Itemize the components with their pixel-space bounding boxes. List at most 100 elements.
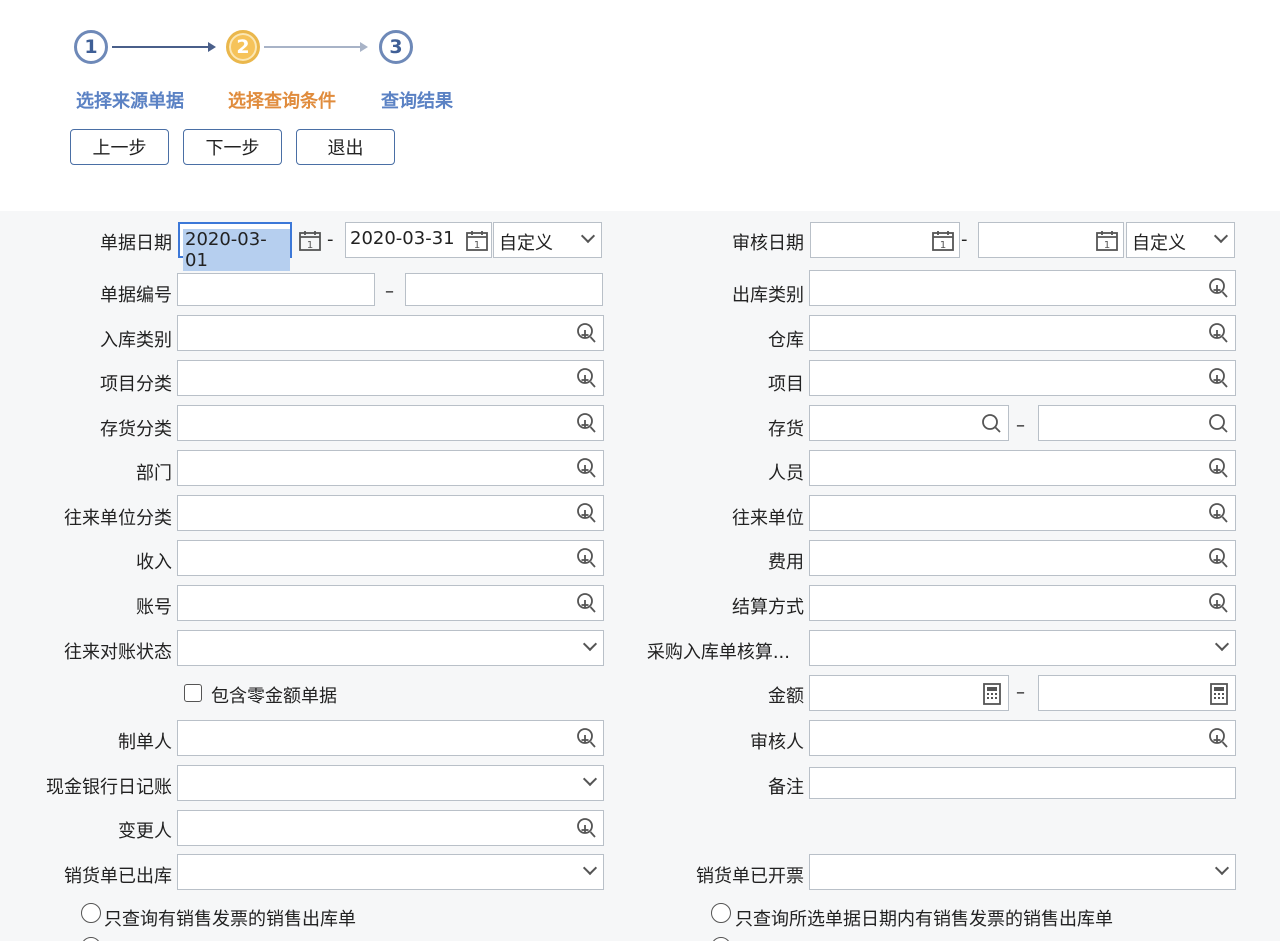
doc-no-to-input[interactable] bbox=[405, 273, 603, 306]
reference-search-icon[interactable] bbox=[575, 592, 599, 616]
expense-label: 费用 bbox=[768, 552, 804, 573]
step-arrow-icon bbox=[264, 42, 368, 52]
step-3-circle: 3 bbox=[379, 30, 413, 64]
reference-search-icon[interactable] bbox=[575, 502, 599, 526]
in-type-input[interactable] bbox=[177, 315, 604, 351]
reference-search-icon[interactable] bbox=[1207, 727, 1231, 751]
calculator-icon[interactable] bbox=[1207, 682, 1231, 706]
amount-label: 金额 bbox=[768, 686, 804, 707]
dept-input[interactable] bbox=[177, 450, 604, 486]
reference-search-icon[interactable] bbox=[575, 322, 599, 346]
step-arrow-icon bbox=[112, 42, 216, 52]
range-dash: – bbox=[1016, 415, 1025, 436]
account-input[interactable] bbox=[177, 585, 604, 621]
doc-no-from-input[interactable] bbox=[177, 273, 375, 306]
project-label: 项目 bbox=[768, 374, 804, 395]
chevron-down-icon bbox=[582, 636, 598, 652]
maker-input[interactable] bbox=[177, 720, 604, 756]
reference-search-icon[interactable] bbox=[1207, 592, 1231, 616]
range-dash: – bbox=[1016, 682, 1025, 703]
reference-search-icon[interactable] bbox=[575, 547, 599, 571]
calendar-icon[interactable] bbox=[1095, 229, 1119, 253]
next-button[interactable]: 下一步 bbox=[183, 129, 282, 165]
warehouse-input[interactable] bbox=[809, 315, 1236, 351]
search-icon[interactable] bbox=[980, 412, 1004, 436]
warehouse-label: 仓库 bbox=[768, 330, 804, 351]
amount-from-input[interactable] bbox=[809, 675, 1009, 711]
stock-cat-input[interactable] bbox=[177, 405, 604, 441]
doc-date-range-value: 自定义 bbox=[499, 233, 553, 254]
radio-invoiced-in-period[interactable] bbox=[711, 903, 731, 923]
partner-input[interactable] bbox=[809, 495, 1236, 531]
reference-search-icon[interactable] bbox=[575, 457, 599, 481]
calendar-icon[interactable] bbox=[931, 229, 955, 253]
reference-search-icon[interactable] bbox=[1207, 502, 1231, 526]
maker-label: 制单人 bbox=[118, 732, 172, 753]
audit-date-range-select[interactable]: 自定义 bbox=[1126, 222, 1235, 258]
changer-label: 变更人 bbox=[118, 821, 172, 842]
doc-date-to-value: 2020-03-31 bbox=[350, 228, 455, 249]
audit-date-range-value: 自定义 bbox=[1132, 233, 1186, 254]
settle-input[interactable] bbox=[809, 585, 1236, 621]
radio-invoiced-only[interactable] bbox=[81, 903, 101, 923]
calendar-icon[interactable] bbox=[298, 229, 322, 253]
stock-label: 存货 bbox=[768, 419, 804, 440]
radio-invoiced-in-period-label: 只查询所选单据日期内有销售发票的销售出库单 bbox=[735, 909, 1113, 930]
chevron-down-icon bbox=[582, 771, 598, 787]
stock-to-input[interactable] bbox=[1038, 405, 1236, 441]
doc-date-range-select[interactable]: 自定义 bbox=[493, 222, 602, 258]
prev-button[interactable]: 上一步 bbox=[70, 129, 169, 165]
stock-from-input[interactable] bbox=[809, 405, 1009, 441]
search-icon[interactable] bbox=[1207, 412, 1231, 436]
zero-amount-label: 包含零金额单据 bbox=[211, 686, 337, 707]
reference-search-icon[interactable] bbox=[1207, 547, 1231, 571]
person-input[interactable] bbox=[809, 450, 1236, 486]
out-type-input[interactable] bbox=[809, 270, 1236, 306]
reference-search-icon[interactable] bbox=[575, 412, 599, 436]
dept-label: 部门 bbox=[136, 463, 172, 484]
account-label: 账号 bbox=[136, 597, 172, 618]
income-input[interactable] bbox=[177, 540, 604, 576]
stock-cat-label: 存货分类 bbox=[100, 419, 172, 440]
changer-input[interactable] bbox=[177, 810, 604, 846]
doc-date-to-input[interactable]: 2020-03-31 bbox=[345, 222, 492, 258]
partner-cat-label: 往来单位分类 bbox=[64, 508, 172, 529]
reference-search-icon[interactable] bbox=[1207, 277, 1231, 301]
reference-search-icon[interactable] bbox=[575, 367, 599, 391]
project-input[interactable] bbox=[809, 360, 1236, 396]
exit-button[interactable]: 退出 bbox=[296, 129, 395, 165]
sales-out-select[interactable] bbox=[177, 854, 604, 890]
auditor-input[interactable] bbox=[809, 720, 1236, 756]
partner-cat-input[interactable] bbox=[177, 495, 604, 531]
sales-invoiced-select[interactable] bbox=[809, 854, 1236, 890]
expense-input[interactable] bbox=[809, 540, 1236, 576]
partner-label: 往来单位 bbox=[732, 508, 804, 529]
reference-search-icon[interactable] bbox=[1207, 322, 1231, 346]
audit-date-to-input[interactable] bbox=[978, 222, 1124, 258]
step-2-circle: 2 bbox=[226, 30, 260, 64]
cash-journal-select[interactable] bbox=[177, 765, 604, 801]
reference-search-icon[interactable] bbox=[575, 727, 599, 751]
doc-date-from-input[interactable]: 2020-03-01 bbox=[178, 222, 292, 271]
chevron-down-icon bbox=[1214, 860, 1230, 876]
reference-search-icon[interactable] bbox=[575, 817, 599, 841]
purchase-acc-label: 采购入库单核算... bbox=[646, 642, 790, 663]
audit-date-from-input[interactable] bbox=[810, 222, 960, 258]
reconcile-select[interactable] bbox=[177, 630, 604, 666]
calculator-icon[interactable] bbox=[980, 682, 1004, 706]
project-cat-input[interactable] bbox=[177, 360, 604, 396]
doc-no-label: 单据编号 bbox=[100, 285, 172, 306]
doc-date-label: 单据日期 bbox=[100, 233, 172, 254]
chevron-down-icon bbox=[1213, 228, 1229, 244]
reference-search-icon[interactable] bbox=[1207, 367, 1231, 391]
cash-journal-label: 现金银行日记账 bbox=[46, 777, 172, 798]
remark-input[interactable] bbox=[809, 767, 1236, 799]
sales-invoiced-label: 销货单已开票 bbox=[696, 866, 804, 887]
purchase-acc-select[interactable] bbox=[809, 630, 1236, 666]
calendar-icon[interactable] bbox=[465, 229, 489, 253]
out-type-label: 出库类别 bbox=[732, 285, 804, 306]
amount-to-input[interactable] bbox=[1038, 675, 1236, 711]
reference-search-icon[interactable] bbox=[1207, 457, 1231, 481]
income-label: 收入 bbox=[136, 552, 172, 573]
zero-amount-checkbox[interactable] bbox=[184, 684, 202, 702]
